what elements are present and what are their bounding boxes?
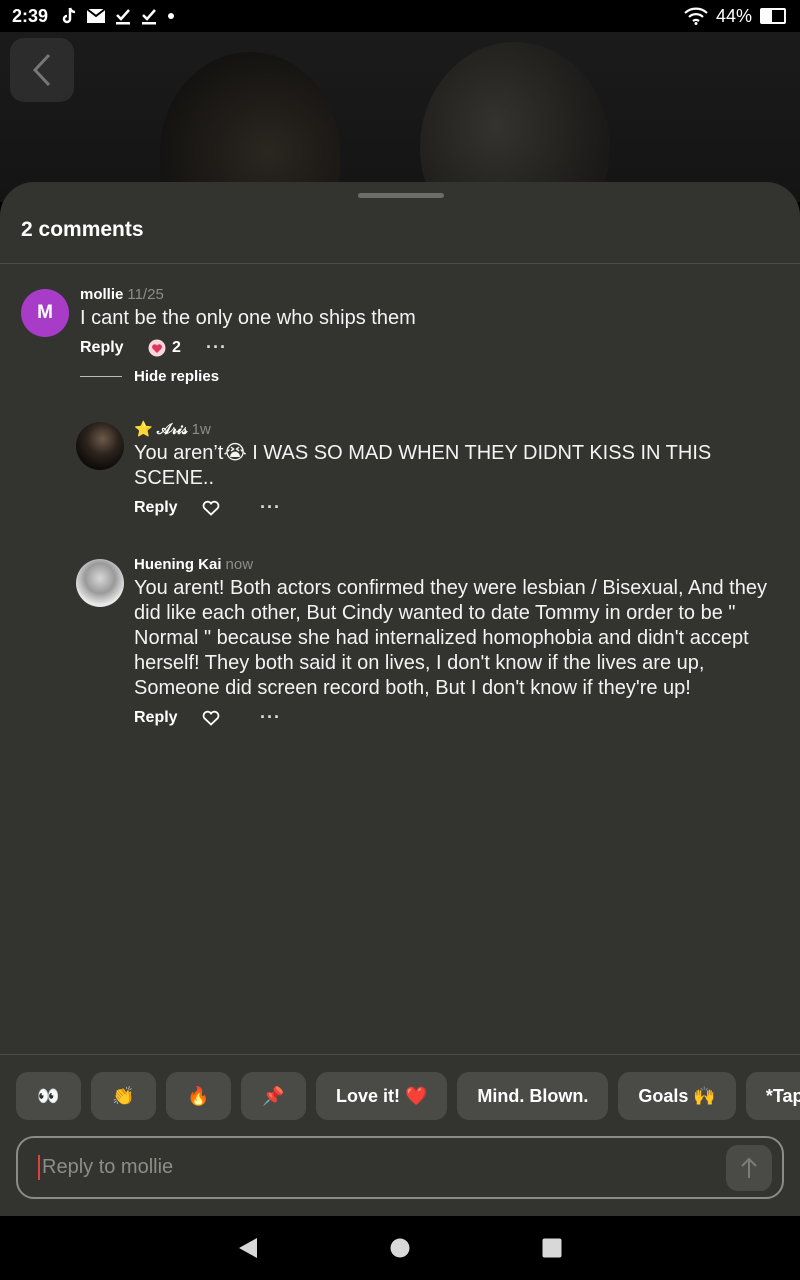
reply-button[interactable]: Reply (80, 339, 148, 357)
reply-comment: Huening Kai now You arent! Both actors co… (134, 556, 784, 728)
recents-nav-icon[interactable] (541, 1237, 563, 1259)
tiktok-icon (62, 7, 76, 24)
reaction-chip-mind-blown[interactable]: Mind. Blown. (457, 1072, 609, 1120)
comment-time: 1w (191, 421, 211, 438)
comments-count: 2 comments (21, 218, 144, 241)
comment-actions: Reply ··· (134, 707, 784, 728)
like-button[interactable] (202, 710, 260, 726)
send-button[interactable] (726, 1144, 772, 1191)
chevron-left-icon (32, 53, 51, 87)
status-time: 2:39 (12, 5, 49, 26)
download-done-icon (116, 9, 131, 25)
reply-input[interactable] (38, 1155, 726, 1180)
quick-reactions: 👀 👏 🔥 📌 Love it! ❤️ Mind. Blown. Goals 🙌… (16, 1072, 800, 1120)
notification-icons (60, 7, 176, 25)
video-figure-right (420, 42, 610, 202)
wifi-icon (684, 7, 708, 25)
reply-comment: ⭐ 𝒜𝓇𝒾𝓈 1w You aren’t😭 I WAS SO MAD WHEN T… (134, 420, 774, 518)
comment-text: You arent! Both actors confirmed they we… (134, 577, 767, 699)
more-options-icon[interactable]: ··· (260, 497, 281, 518)
back-button[interactable] (10, 38, 74, 102)
heart-filled-icon (148, 339, 166, 356)
reply-button[interactable]: Reply (134, 709, 202, 727)
mail-icon (86, 8, 106, 23)
more-options-icon[interactable]: ··· (206, 337, 227, 358)
like-count: 2 (172, 338, 181, 356)
arrow-up-icon (741, 1157, 757, 1178)
home-nav-icon[interactable] (389, 1237, 411, 1259)
dot-icon (168, 13, 175, 19)
divider (80, 376, 122, 377)
avatar[interactable] (76, 422, 124, 470)
comment-text: You aren’t😭 I WAS SO MAD WHEN THEY DIDNT… (134, 442, 712, 489)
avatar[interactable]: M (21, 289, 69, 337)
more-options-icon[interactable]: ··· (260, 707, 281, 728)
hide-replies-label: Hide replies (134, 368, 220, 385)
reaction-chip-fire[interactable]: 🔥 (166, 1072, 231, 1120)
battery-icon (760, 8, 786, 24)
comment-actions: Reply 2 ··· (80, 337, 780, 358)
video-figure-left (160, 52, 340, 202)
comment-username[interactable]: Huening Kai (134, 556, 222, 573)
comment-time: 11/25 (127, 286, 164, 303)
comment-actions: Reply ··· (134, 497, 774, 518)
battery-percent: 44% (715, 5, 752, 26)
system-nav-bar (0, 1216, 800, 1280)
comments-sheet: 2 comments M mollie 11/25 I cant be the o… (0, 182, 800, 1216)
divider (0, 263, 800, 264)
download-done-icon (142, 9, 157, 25)
drag-handle[interactable] (358, 193, 444, 198)
comment: mollie 11/25 I cant be the only one who s… (80, 286, 780, 358)
reaction-chip-clap[interactable]: 👏 (91, 1072, 156, 1120)
comment-username[interactable]: ⭐ 𝒜𝓇𝒾𝓈 (134, 421, 188, 438)
reply-input-container (16, 1136, 784, 1199)
hide-replies-button[interactable]: Hide replies (80, 368, 219, 385)
comment-username[interactable]: mollie (80, 286, 123, 303)
comment-text: I cant be the only one who ships them (80, 307, 416, 329)
like-button[interactable] (202, 500, 260, 516)
back-nav-icon[interactable] (237, 1236, 259, 1260)
video-background (0, 32, 800, 202)
avatar[interactable] (76, 559, 124, 607)
heart-outline-icon (202, 500, 220, 516)
reaction-chip-love-it[interactable]: Love it! ❤️ (316, 1072, 448, 1120)
reaction-chip-eyes[interactable]: 👀 (16, 1072, 81, 1120)
divider (0, 1054, 800, 1055)
status-right: 44% (684, 0, 786, 32)
like-button[interactable]: 2 (148, 339, 206, 357)
reaction-chip-tap[interactable]: *Tap (745, 1072, 800, 1120)
comment-time: now (225, 556, 254, 573)
reply-button[interactable]: Reply (134, 499, 202, 517)
status-bar: 2:39 44% (0, 0, 800, 32)
heart-outline-icon (202, 710, 220, 726)
reaction-chip-goals[interactable]: Goals 🙌 (618, 1072, 736, 1120)
reaction-chip-pin[interactable]: 📌 (241, 1072, 306, 1120)
